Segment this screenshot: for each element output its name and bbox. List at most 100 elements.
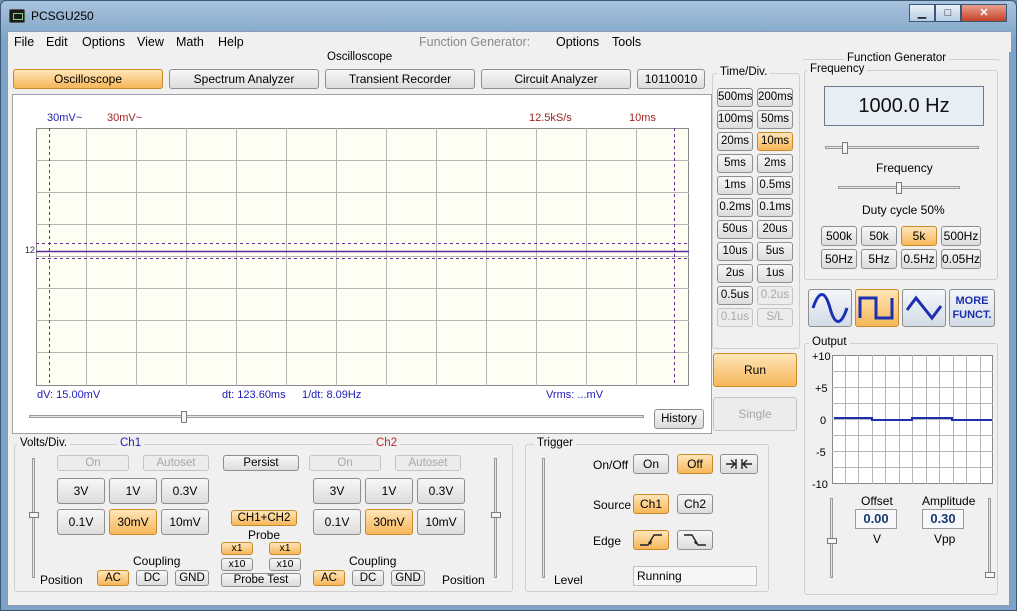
ch2-coupling-gnd[interactable]: GND <box>391 570 425 586</box>
time-div-500ms-button[interactable]: 500ms <box>717 88 753 107</box>
time-div-100ms-button[interactable]: 100ms <box>717 110 753 129</box>
fg-range-005hz[interactable]: 0.05Hz <box>941 249 981 269</box>
fg-range-500hz[interactable]: 500Hz <box>941 226 981 246</box>
persist-button[interactable]: Persist <box>223 455 299 471</box>
time-div-50us-button[interactable]: 50us <box>717 220 753 239</box>
history-button[interactable]: History <box>654 409 704 429</box>
time-div-02ms-button[interactable]: 0.2ms <box>717 198 753 217</box>
frequency-slider-thumb[interactable] <box>842 142 848 154</box>
close-button[interactable]: ✕ <box>961 4 1007 22</box>
more-functions-button[interactable]: MORE FUNCT. <box>949 289 995 327</box>
ch2-volts-03v[interactable]: 0.3V <box>417 478 465 504</box>
trigger-off-button[interactable]: Off <box>677 454 713 474</box>
ch1-volts-30mv[interactable]: 30mV <box>109 509 157 535</box>
fg-range-5hz[interactable]: 5Hz <box>861 249 897 269</box>
trigger-center-button[interactable] <box>720 454 758 474</box>
time-div-50ms-button[interactable]: 50ms <box>757 110 793 129</box>
time-div-5us-button[interactable]: 5us <box>757 242 793 261</box>
time-div-01us-button[interactable]: 0.1us <box>717 308 753 327</box>
ch1-position-thumb[interactable] <box>29 512 39 518</box>
time-div-05us-button[interactable]: 0.5us <box>717 286 753 305</box>
menu-options[interactable]: Options <box>82 35 125 49</box>
ch2-volts-10mv[interactable]: 10mV <box>417 509 465 535</box>
ch1-volts-1v[interactable]: 1V <box>109 478 157 504</box>
history-slider-thumb[interactable] <box>181 411 187 423</box>
ch2-volts-30mv[interactable]: 30mV <box>365 509 413 535</box>
trigger-on-button[interactable]: On <box>633 454 669 474</box>
ch2-probe-x10[interactable]: x10 <box>269 558 301 571</box>
offset-slider-thumb[interactable] <box>827 538 837 544</box>
trigger-source-ch1[interactable]: Ch1 <box>633 494 669 514</box>
trigger-source-ch2[interactable]: Ch2 <box>677 494 713 514</box>
fg-range-5k[interactable]: 5k <box>901 226 937 246</box>
time-div-05ms-button[interactable]: 0.5ms <box>757 176 793 195</box>
amplitude-slider-thumb[interactable] <box>985 572 995 578</box>
ch1-probe-x10[interactable]: x10 <box>221 558 253 571</box>
tab-circuit-analyzer[interactable]: Circuit Analyzer <box>481 69 631 89</box>
tab-logic-analyzer[interactable]: 10110010 <box>637 69 705 89</box>
time-div-sl-button[interactable]: S/L <box>757 308 793 327</box>
ch2-position-thumb[interactable] <box>491 512 501 518</box>
time-div-2us-button[interactable]: 2us <box>717 264 753 283</box>
fg-range-500k[interactable]: 500k <box>821 226 857 246</box>
ch2-autoset-button[interactable]: Autoset <box>395 455 461 471</box>
ch2-probe-x1[interactable]: x1 <box>269 542 301 555</box>
time-div-20us-button[interactable]: 20us <box>757 220 793 239</box>
time-div-5ms-button[interactable]: 5ms <box>717 154 753 173</box>
ch1-on-button[interactable]: On <box>57 455 129 471</box>
ch2-position-slider[interactable] <box>494 458 497 578</box>
menu-file[interactable]: File <box>14 35 34 49</box>
fg-range-50hz[interactable]: 50Hz <box>821 249 857 269</box>
fg-range-50k[interactable]: 50k <box>861 226 897 246</box>
time-div-10ms-button[interactable]: 10ms <box>757 132 793 151</box>
menu-edit[interactable]: Edit <box>46 35 68 49</box>
tab-transient-recorder[interactable]: Transient Recorder <box>325 69 475 89</box>
menu-help[interactable]: Help <box>218 35 244 49</box>
ch1-coupling-ac[interactable]: AC <box>97 570 129 586</box>
maximize-button[interactable]: □ <box>935 4 961 22</box>
time-div-1us-button[interactable]: 1us <box>757 264 793 283</box>
time-div-2ms-button[interactable]: 2ms <box>757 154 793 173</box>
tab-oscilloscope[interactable]: Oscilloscope <box>13 69 163 89</box>
ch2-volts-1v[interactable]: 1V <box>365 478 413 504</box>
ch2-on-button[interactable]: On <box>309 455 381 471</box>
ch2-coupling-ac[interactable]: AC <box>313 570 345 586</box>
trigger-edge-falling[interactable] <box>677 530 713 550</box>
ch1-coupling-gnd[interactable]: GND <box>175 570 209 586</box>
sine-wave-button[interactable] <box>808 289 852 327</box>
run-button[interactable]: Run <box>713 353 797 387</box>
ch1-position-slider[interactable] <box>32 458 35 578</box>
ch1-coupling-dc[interactable]: DC <box>136 570 168 586</box>
probe-test-button[interactable]: Probe Test <box>221 573 301 587</box>
scope-screen[interactable]: 30mV~ 30mV~ 12.5kS/s 10ms 12 dV: 15.00mV… <box>12 94 712 434</box>
history-slider[interactable] <box>29 415 644 418</box>
trigger-level-slider[interactable] <box>542 458 545 578</box>
menu-view[interactable]: View <box>137 35 164 49</box>
menu-math[interactable]: Math <box>176 35 204 49</box>
time-div-01ms-button[interactable]: 0.1ms <box>757 198 793 217</box>
minimize-button[interactable]: ▁ <box>909 4 935 22</box>
duty-cycle-slider-thumb[interactable] <box>896 182 902 194</box>
fg-range-05hz[interactable]: 0.5Hz <box>901 249 937 269</box>
amplitude-slider[interactable] <box>988 498 991 578</box>
time-div-02us-button[interactable]: 0.2us <box>757 286 793 305</box>
ch1-volts-10mv[interactable]: 10mV <box>161 509 209 535</box>
time-div-10us-button[interactable]: 10us <box>717 242 753 261</box>
menu-fg-options[interactable]: Options <box>556 35 599 49</box>
ch1-volts-03v[interactable]: 0.3V <box>161 478 209 504</box>
time-div-20ms-button[interactable]: 20ms <box>717 132 753 151</box>
time-div-1ms-button[interactable]: 1ms <box>717 176 753 195</box>
single-button[interactable]: Single <box>713 397 797 431</box>
ch1-volts-3v[interactable]: 3V <box>57 478 105 504</box>
time-div-200ms-button[interactable]: 200ms <box>757 88 793 107</box>
menu-fg-tools[interactable]: Tools <box>612 35 641 49</box>
ch1-volts-01v[interactable]: 0.1V <box>57 509 105 535</box>
trigger-edge-rising[interactable] <box>633 530 669 550</box>
ch2-volts-3v[interactable]: 3V <box>313 478 361 504</box>
tab-spectrum-analyzer[interactable]: Spectrum Analyzer <box>169 69 319 89</box>
ch1-probe-x1[interactable]: x1 <box>221 542 253 555</box>
square-wave-button[interactable] <box>855 289 899 327</box>
ch1-plus-ch2-button[interactable]: CH1+CH2 <box>231 510 297 526</box>
frequency-slider[interactable] <box>825 146 979 149</box>
ch2-volts-01v[interactable]: 0.1V <box>313 509 361 535</box>
